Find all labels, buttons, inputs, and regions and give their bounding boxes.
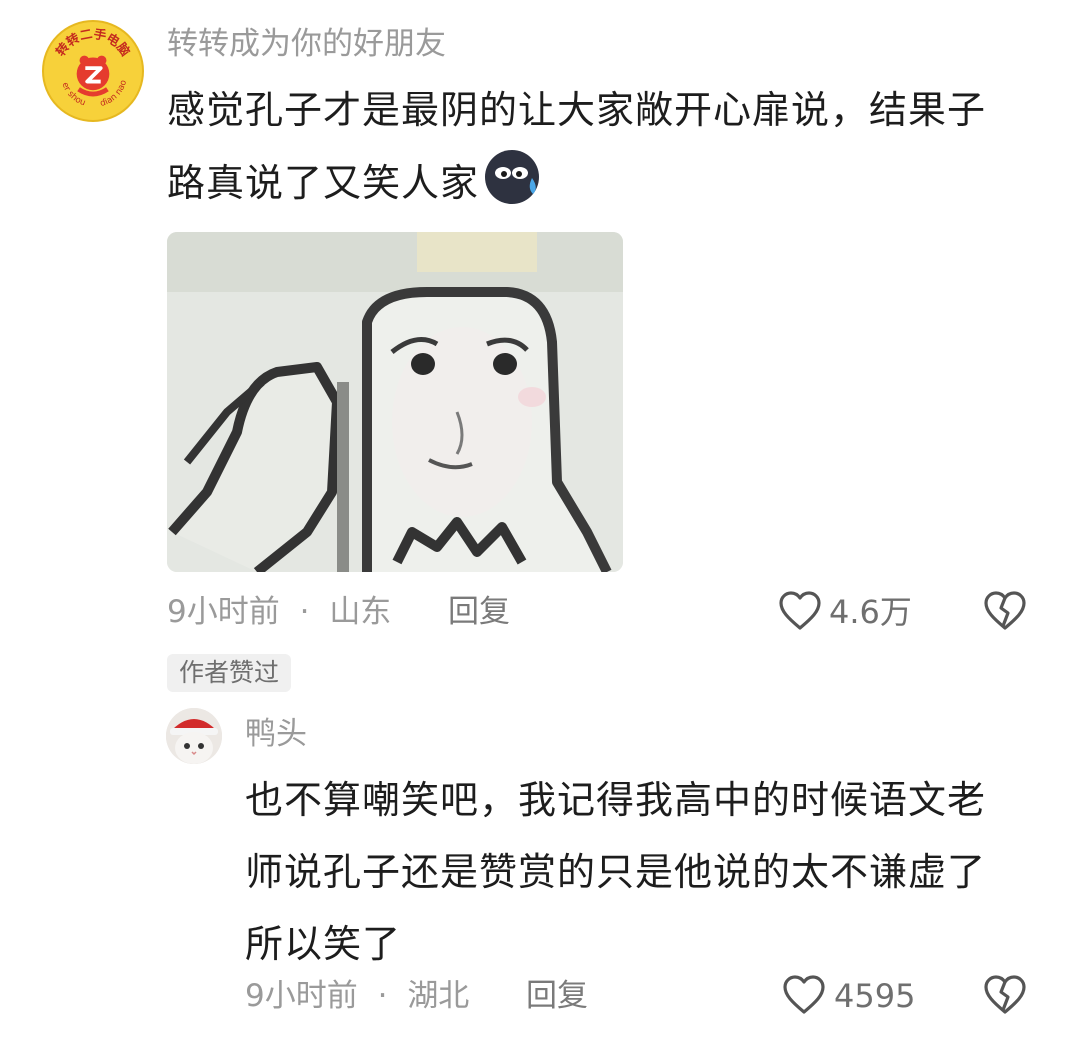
like-count: 4.6万	[829, 593, 912, 631]
like-button[interactable]	[782, 974, 826, 1016]
zhuanzhuan-logo-icon: 转转二手电脑 er shou dian nao	[53, 26, 134, 109]
comment-location: 山东	[329, 594, 392, 630]
comment-line: 感觉孔子才是最阴的让大家敞开心扉说，结果子	[167, 88, 987, 132]
reply-button[interactable]: 回复	[526, 976, 588, 1016]
comment-meta: 9小时前 · 山东	[167, 592, 391, 632]
comment-text: 感觉孔子才是最阴的让大家敞开心扉说，结果子 路真说了又笑人家	[167, 74, 1047, 231]
avatar[interactable]: 转转二手电脑 er shou dian nao	[42, 20, 144, 122]
like-count: 4595	[834, 977, 916, 1015]
reply-button[interactable]: 回复	[448, 592, 510, 632]
author-liked-badge: 作者赞过	[167, 654, 292, 692]
comment-line: 路真说了又笑人家	[167, 146, 1047, 231]
broken-heart-icon	[984, 975, 1026, 1014]
meme-drawing	[167, 232, 623, 572]
avatar[interactable]	[166, 708, 222, 764]
heart-icon	[783, 975, 825, 1014]
comment-text: 也不算嘲笑吧，我记得我高中的时候语文老 师说孔子还是赞赏的只是他说的太不谦虚了 …	[245, 764, 1045, 980]
comment-meta: 9小时前 · 湖北	[245, 976, 469, 1016]
cat-santa-hat-avatar-icon	[166, 708, 222, 764]
dislike-button[interactable]	[982, 974, 1028, 1016]
username[interactable]: 转转成为你的好朋友	[167, 24, 446, 64]
meta-separator: ·	[299, 594, 310, 630]
meta-separator: ·	[377, 978, 388, 1014]
comment-time: 9小时前	[167, 594, 280, 630]
broken-heart-icon	[984, 591, 1026, 630]
confucius-meme-image[interactable]	[167, 232, 623, 572]
heart-icon	[779, 591, 821, 630]
username[interactable]: 鸭头	[245, 714, 307, 754]
dislike-button[interactable]	[982, 590, 1028, 632]
comment-line: 也不算嘲笑吧，我记得我高中的时候语文老	[245, 778, 987, 822]
svg-text:转转二手电脑: 转转二手电脑	[53, 26, 134, 59]
like-button[interactable]	[778, 590, 822, 632]
comment-location: 湖北	[407, 978, 470, 1014]
comment-line: 师说孔子还是赞赏的只是他说的太不谦虚了	[245, 850, 987, 894]
comment-line-text: 路真说了又笑人家	[167, 161, 480, 205]
comment-time: 9小时前	[245, 978, 358, 1014]
comment-line: 所以笑了	[245, 922, 402, 966]
sweat-face-emoji-icon	[483, 146, 545, 231]
